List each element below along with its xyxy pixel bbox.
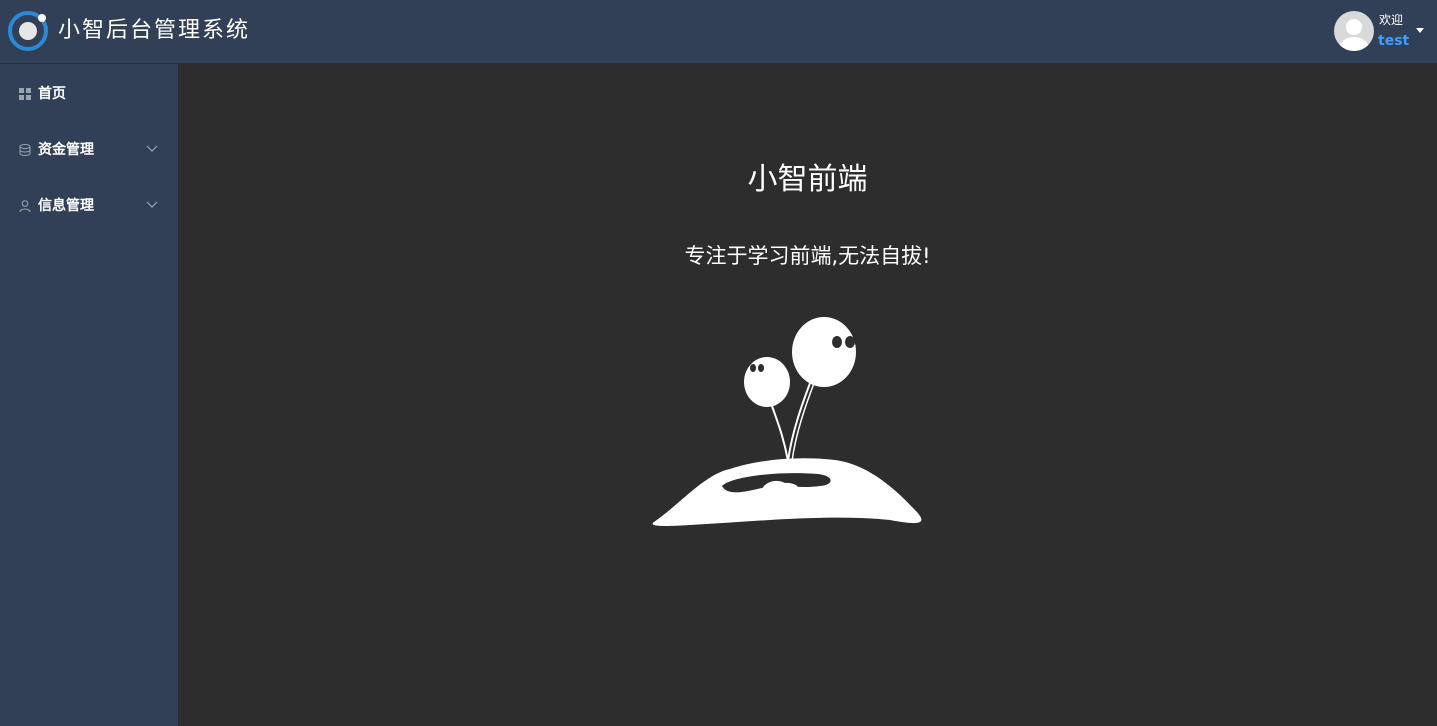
sidebar-item-label: 首页 [38,86,66,102]
page-subtitle: 专注于学习前端,无法自拔! [684,244,931,268]
sidebar-item-funds[interactable]: 资金管理 [0,122,178,178]
main-content: 小智前端 专注于学习前端,无法自拔! [178,64,1437,726]
caret-down-icon[interactable] [1416,28,1424,33]
user-icon [19,200,31,212]
ring-logo-icon[interactable] [7,10,49,52]
app-title: 小智后台管理系统 [58,18,251,43]
chevron-down-icon [146,145,158,152]
grid-icon [19,88,31,100]
top-header: 小智后台管理系统 欢迎 test [0,0,1437,64]
database-icon [19,144,31,156]
sidebar-item-label: 资金管理 [38,142,94,158]
sidebar-item-info[interactable]: 信息管理 [0,178,178,234]
username-label[interactable]: test [1378,32,1409,50]
sidebar-item-home[interactable]: 首页 [0,66,178,122]
welcome-label: 欢迎 [1379,13,1404,27]
sprout-island-illustration [652,317,922,526]
sidebar-menu: 首页 资金管理 信息管理 [0,64,178,726]
page-title: 小智前端 [747,162,868,197]
user-avatar-icon[interactable] [1334,11,1374,51]
sidebar-item-label: 信息管理 [38,198,94,214]
chevron-down-icon [146,201,158,208]
